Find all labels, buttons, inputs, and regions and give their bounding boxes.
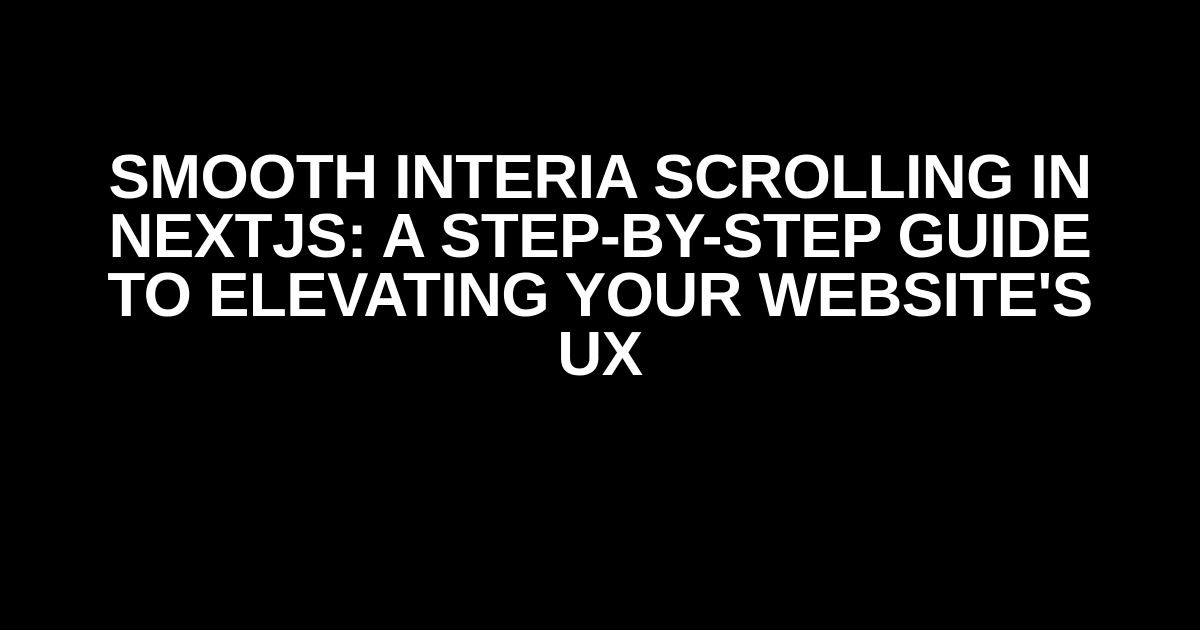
page-title: Smooth Interia Scrolling in NextJS: A St… [0, 149, 1200, 385]
